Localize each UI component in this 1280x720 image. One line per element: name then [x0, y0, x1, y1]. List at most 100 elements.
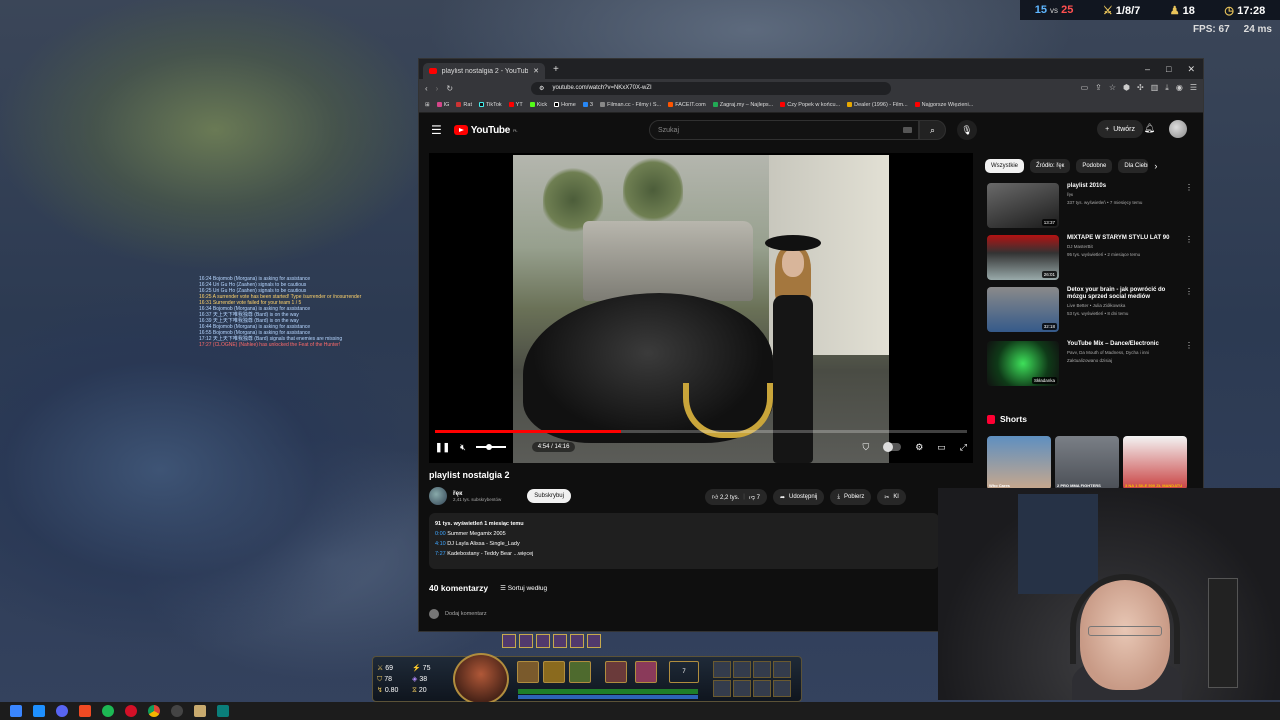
bookmark-item[interactable]: YT	[508, 102, 523, 108]
bookmark-item[interactable]: IG	[436, 102, 449, 108]
ability-q[interactable]	[517, 661, 539, 683]
bookmark-item[interactable]: Filman.cc - Filmy i S...	[600, 102, 661, 108]
notifications-bell-icon[interactable]: 🔔︎	[1144, 123, 1155, 134]
chip-source[interactable]: Źródło: řęк	[1030, 159, 1071, 173]
miniplayer-icon[interactable]: ▭	[937, 442, 946, 453]
site-info-icon[interactable]: ⚙	[539, 85, 544, 92]
bookmark-item[interactable]: TikTok	[478, 102, 502, 108]
search-button[interactable]: ⌕	[919, 120, 946, 140]
timestamp-link[interactable]: 4:10	[435, 541, 446, 547]
close-window-button[interactable]: ✕	[1187, 64, 1195, 75]
sort-comments-button[interactable]: ☰ Sortuj według	[500, 584, 547, 592]
start-menu-icon[interactable]	[10, 705, 22, 717]
share-icon[interactable]: ⇪	[1095, 83, 1102, 93]
bookmark-item[interactable]: Rat	[456, 102, 472, 108]
menu-icon[interactable]: ☰	[1190, 83, 1197, 93]
tab-youtube[interactable]: playlist nostalgia 2 - YouTube ✕	[423, 63, 545, 79]
recommendation-item[interactable]: 32:18 Detox your brain - jak powrócić do…	[987, 287, 1197, 335]
recommendation-item[interactable]: 26:01 MIXTAPE W STARYM STYLU LAT 90 DJ Ma…	[987, 235, 1197, 283]
youtube-logo[interactable]: YouTube PL	[453, 125, 518, 136]
recommendation-item[interactable]: Składanka YouTube Mix – Dance/Electronic…	[987, 341, 1197, 389]
progress-bar[interactable]	[435, 430, 967, 433]
short-item[interactable]: 3 NA 1 SILE 500 ZŁ MANDATU	[1123, 436, 1187, 490]
league-client-icon[interactable]	[194, 705, 206, 717]
extension-icon[interactable]: ⬢	[1123, 83, 1130, 93]
timestamp-link[interactable]: 7:27	[435, 551, 446, 557]
item-slot[interactable]	[753, 680, 771, 697]
chip-similar[interactable]: Podobne	[1076, 159, 1113, 173]
reload-icon[interactable]: ↻	[446, 84, 453, 93]
menu-hamburger-icon[interactable]: ☰	[431, 123, 442, 137]
description-box[interactable]: 91 tys. wyświetleń 1 miesiąc temu 0:00 S…	[429, 513, 939, 569]
url-field[interactable]: ⚙ youtube.com/watch?v=NKxX70X-wZI	[531, 81, 892, 95]
chrome-icon[interactable]	[148, 705, 160, 717]
bookmark-item[interactable]: З	[582, 102, 593, 108]
shield-icon[interactable]: ⛉	[862, 442, 869, 453]
ability-r[interactable]	[605, 661, 627, 683]
item-slot[interactable]	[713, 680, 731, 697]
create-button[interactable]: + Utwórz	[1097, 120, 1143, 138]
fullscreen-icon[interactable]: ⤢	[960, 442, 967, 453]
minimize-button[interactable]: –	[1145, 64, 1150, 75]
channel-name[interactable]: řęк	[453, 490, 501, 497]
forward-icon[interactable]: ›	[436, 84, 439, 93]
volume-slider[interactable]	[475, 444, 506, 450]
keyboard-icon[interactable]	[903, 127, 912, 133]
pause-icon[interactable]: ❚❚	[435, 442, 450, 453]
add-comment-row[interactable]: Dodaj komentarz	[429, 609, 487, 619]
bookmark-item[interactable]: Dealer (1996) - Film...	[847, 102, 908, 108]
maximize-button[interactable]: □	[1166, 64, 1171, 75]
ability-e[interactable]	[569, 661, 591, 683]
settings-gear-icon[interactable]: ⚙	[915, 442, 923, 453]
more-options-icon[interactable]: ⋮	[1185, 287, 1193, 335]
puzzle-icon[interactable]: ✣	[1137, 83, 1144, 93]
opera-icon[interactable]	[125, 705, 137, 717]
bookmark-item[interactable]: Kick	[529, 102, 547, 108]
bookmark-item[interactable]: Najgorsze Więzieni...	[914, 102, 973, 108]
more-options-icon[interactable]: ⋮	[1185, 235, 1193, 283]
profile-icon[interactable]: ◉	[1176, 83, 1183, 93]
dislike-button[interactable]: 👎︎ 7	[749, 493, 760, 501]
share-button[interactable]: ➦ Udostępnij	[772, 489, 825, 505]
channel-avatar[interactable]	[429, 487, 447, 505]
bookmark-item[interactable]: Home	[554, 102, 576, 108]
back-icon[interactable]: ‹	[425, 84, 428, 93]
discord-icon[interactable]	[56, 705, 68, 717]
file-explorer-icon[interactable]	[33, 705, 45, 717]
more-options-icon[interactable]: ⋮	[1185, 341, 1193, 389]
close-tab-icon[interactable]: ✕	[533, 67, 539, 75]
autoplay-toggle[interactable]	[883, 442, 902, 452]
chip-all[interactable]: Wszystkie	[985, 159, 1024, 173]
chips-next-icon[interactable]: ›	[1154, 161, 1157, 171]
sidebar-icon[interactable]: ▥	[1151, 83, 1159, 93]
chip-for-you[interactable]: Dla Ciebie	[1118, 159, 1149, 173]
timestamp-link[interactable]: 0:00	[435, 531, 446, 537]
ability-w[interactable]	[543, 661, 565, 683]
item-slot[interactable]	[773, 661, 791, 678]
item-slot[interactable]	[733, 661, 751, 678]
short-item[interactable]: Who Cares	[987, 436, 1051, 490]
user-avatar[interactable]	[1169, 120, 1187, 138]
ability-ultimate[interactable]	[635, 661, 657, 683]
clip-button[interactable]: ✂ Kl	[877, 489, 906, 505]
volume-muted-icon[interactable]: 🔇︎	[460, 442, 466, 453]
apps-icon[interactable]: ⊞	[425, 102, 430, 108]
brave-icon[interactable]	[79, 705, 91, 717]
item-slot[interactable]	[733, 680, 751, 697]
champion-portrait[interactable]	[453, 653, 509, 705]
video-player[interactable]: ❚❚ 🔇︎ 4:54 / 14:16 ⛉ ⚙ ▭ ⤢	[429, 153, 973, 463]
new-tab-button[interactable]: +	[553, 64, 559, 75]
bookmark-item[interactable]: Czy Popek w końcu...	[780, 102, 840, 108]
download-icon[interactable]: ⤓	[1165, 83, 1169, 93]
item-slot[interactable]	[713, 661, 731, 678]
cast-icon[interactable]: ▭	[1081, 83, 1089, 93]
subscribe-button[interactable]: Subskrybuj	[527, 489, 571, 503]
item-slot[interactable]	[773, 680, 791, 697]
search-input[interactable]: Szukaj	[649, 120, 919, 140]
spotify-icon[interactable]	[102, 705, 114, 717]
bookmark-item[interactable]: FACEIT.com	[668, 102, 706, 108]
volume-knob[interactable]	[485, 444, 492, 450]
obs-icon[interactable]	[171, 705, 183, 717]
recommendation-item[interactable]: 13:37 playlist 2010s řęк 337 tys. wyświetl…	[987, 183, 1197, 231]
more-options-icon[interactable]: ⋮	[1185, 183, 1193, 231]
